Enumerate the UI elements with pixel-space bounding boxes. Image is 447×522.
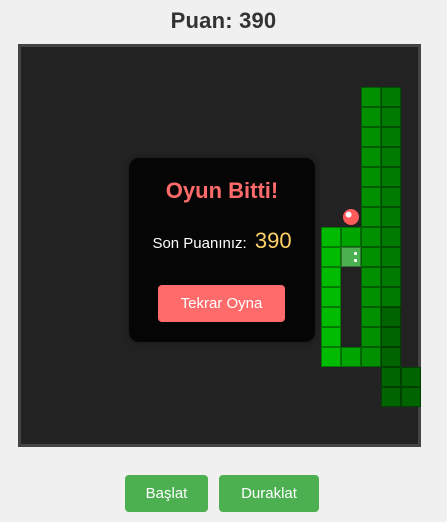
snake-segment [361, 167, 381, 187]
snake-segment [361, 207, 381, 227]
snake-segment [381, 267, 401, 287]
snake-segment [361, 227, 381, 247]
snake-segment [381, 207, 401, 227]
snake-segment [321, 287, 341, 307]
final-score-label: Son Puanınız: [152, 235, 247, 252]
snake-segment [361, 187, 381, 207]
final-score-value: 390 [254, 228, 292, 253]
snake-segment [381, 327, 401, 347]
snake-segment [321, 347, 341, 367]
pause-button[interactable]: Duraklat [219, 475, 319, 512]
snake-segment [381, 307, 401, 327]
snake-segment [361, 287, 381, 307]
snake-segment [381, 107, 401, 127]
snake-segment [381, 227, 401, 247]
snake-segment [321, 307, 341, 327]
snake-segment [321, 327, 341, 347]
snake-segment [381, 127, 401, 147]
snake-head [341, 247, 361, 267]
snake-segment [401, 387, 421, 407]
snake-segment [361, 247, 381, 267]
score-label: Puan: [170, 8, 233, 33]
snake-segment [321, 267, 341, 287]
snake-segment [381, 347, 401, 367]
snake-segment [381, 247, 401, 267]
snake-segment [361, 87, 381, 107]
snake-segment [341, 227, 361, 247]
snake-segment [381, 147, 401, 167]
snake-segment [361, 267, 381, 287]
snake-segment [381, 167, 401, 187]
score-display: Puan: 390 [0, 8, 447, 34]
start-button[interactable]: Başlat [125, 475, 208, 512]
final-score: Son Puanınız: 390 [129, 228, 315, 254]
snake-segment [321, 227, 341, 247]
snake-segment [361, 307, 381, 327]
snake-segment [361, 347, 381, 367]
snake-segment [361, 147, 381, 167]
snake-segment [381, 387, 401, 407]
game-over-modal: Oyun Bitti! Son Puanınız: 390 Tekrar Oyn… [129, 158, 315, 342]
play-again-button[interactable]: Tekrar Oyna [158, 285, 285, 322]
snake-segment [381, 87, 401, 107]
snake-eye [354, 252, 357, 255]
snake-segment [361, 127, 381, 147]
snake-segment [321, 247, 341, 267]
snake-eye [354, 259, 357, 262]
snake-segment [381, 187, 401, 207]
snake-segment [361, 327, 381, 347]
game-over-title: Oyun Bitti! [165, 178, 279, 203]
control-bar: Başlat Duraklat [0, 475, 447, 512]
food-apple [343, 209, 359, 225]
snake-segment [341, 347, 361, 367]
score-value: 390 [239, 8, 277, 33]
snake-segment [381, 287, 401, 307]
snake-segment [381, 367, 401, 387]
snake-segment [401, 367, 421, 387]
snake-segment [361, 107, 381, 127]
